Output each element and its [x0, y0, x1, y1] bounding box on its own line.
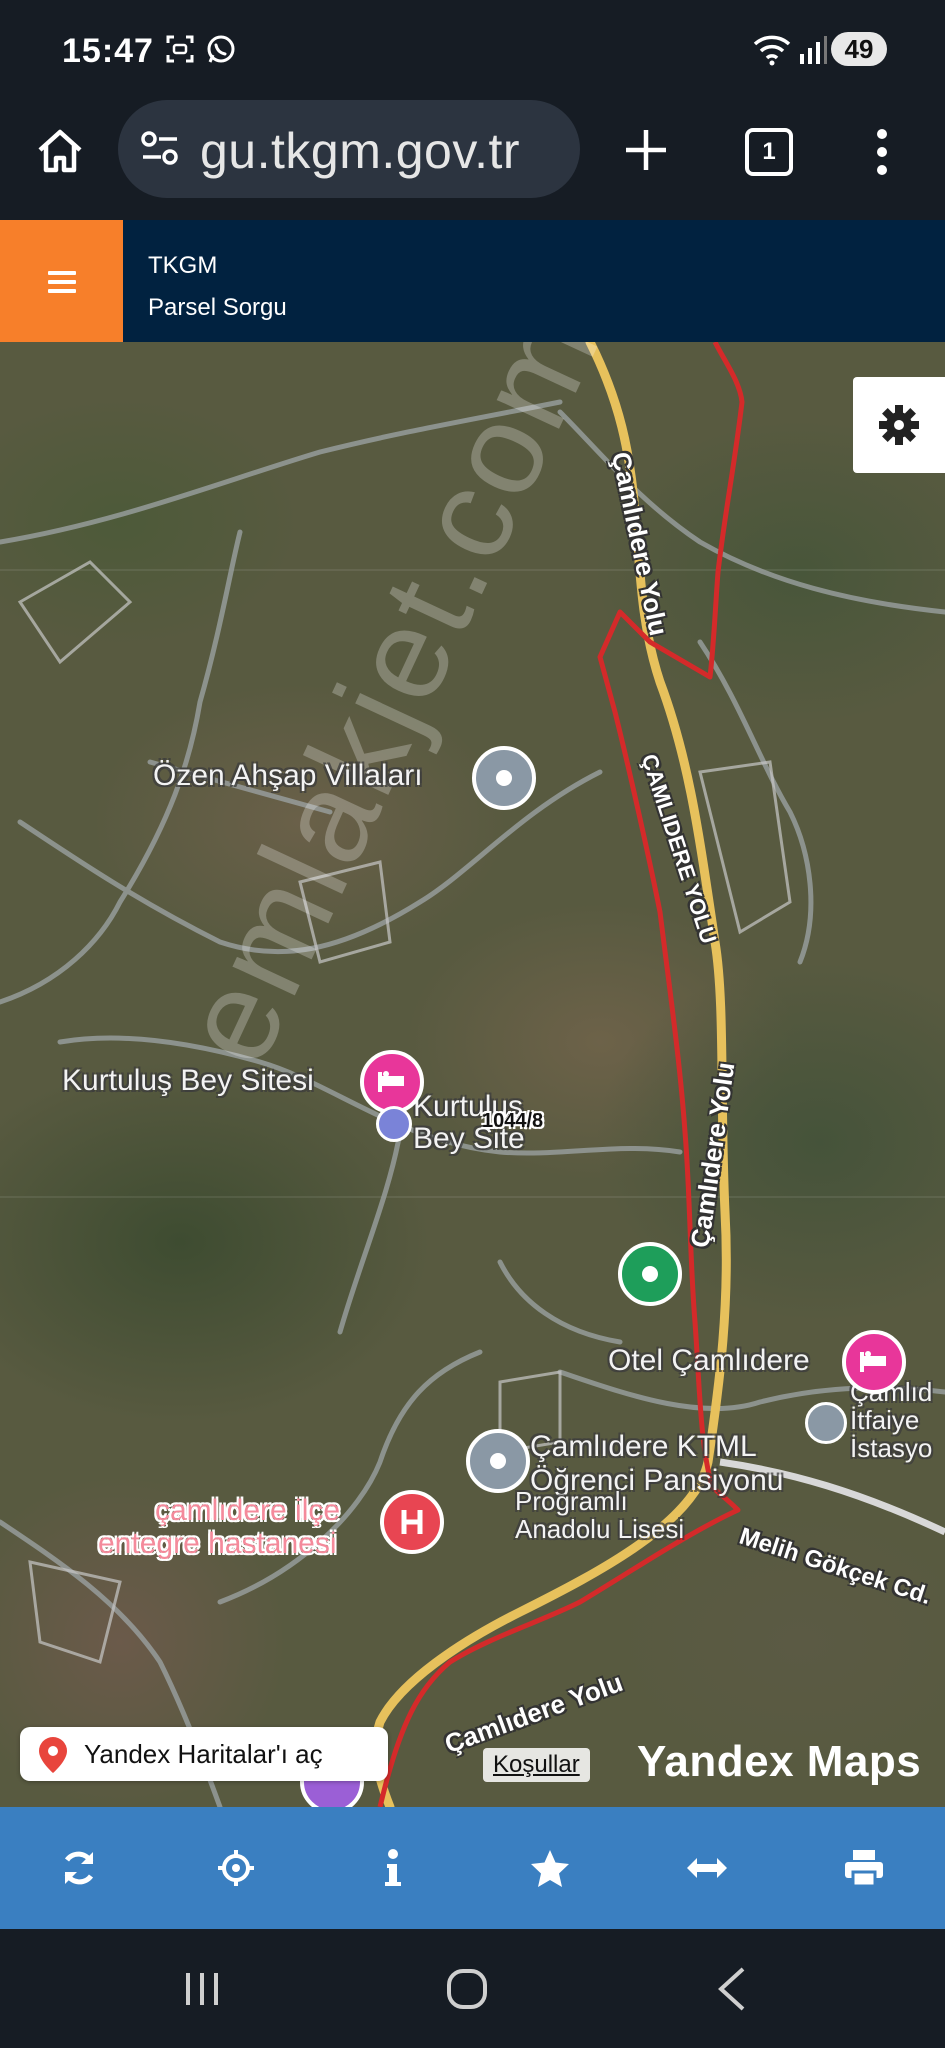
- system-navigation-bar: [0, 1929, 945, 2048]
- browser-toolbar: gu.tkgm.gov.tr 1: [0, 100, 945, 218]
- home-icon: [38, 129, 82, 173]
- favorite-button[interactable]: [471, 1807, 628, 1929]
- refresh-icon: [64, 1851, 93, 1885]
- new-tab-button[interactable]: [618, 122, 674, 178]
- fire-station-icon[interactable]: [805, 1402, 847, 1444]
- hotel-pin-icon[interactable]: [360, 1050, 424, 1114]
- address-bar[interactable]: gu.tkgm.gov.tr: [118, 100, 580, 198]
- signal-icon: [798, 34, 828, 71]
- tab-switcher-button[interactable]: 1: [745, 128, 793, 176]
- app-subtitle: Parsel Sorgu: [148, 294, 287, 321]
- app-header: TKGM Parsel Sorgu: [0, 220, 945, 342]
- place-pin-icon[interactable]: [472, 746, 536, 810]
- print-button[interactable]: [785, 1807, 942, 1929]
- home-circle-icon: [447, 1969, 487, 2009]
- menu-button[interactable]: [0, 220, 123, 342]
- place-label: Otel Çamlıdere: [608, 1344, 810, 1377]
- status-time: 15:47: [62, 32, 154, 70]
- place-label: Anadolu Lisesi: [515, 1514, 685, 1544]
- hotel-pin-icon[interactable]: [842, 1330, 906, 1394]
- hospital-label: entegre hastanesi: [98, 1527, 337, 1560]
- place-label: Kurtuluş Bey Sitesi: [62, 1064, 314, 1097]
- open-yandex-maps-text: Yandex Haritalar'ı aç: [84, 1739, 323, 1769]
- place-label: İtfaiye: [850, 1405, 920, 1435]
- park-pin-icon[interactable]: [618, 1242, 682, 1306]
- hamburger-icon-line: [48, 280, 76, 284]
- locate-button[interactable]: [157, 1807, 314, 1929]
- refresh-button[interactable]: [0, 1807, 157, 1929]
- place-label: Programlı: [515, 1486, 628, 1516]
- recent-apps-button[interactable]: [172, 1959, 232, 2019]
- place-label: İstasyo: [850, 1433, 933, 1463]
- map-toolbar: [0, 1807, 945, 1929]
- back-button[interactable]: [703, 1959, 763, 2019]
- home-nav-button[interactable]: [437, 1959, 497, 2019]
- app-title: TKGM: [148, 252, 218, 279]
- hamburger-icon: [48, 271, 76, 275]
- map-settings-button[interactable]: [853, 377, 945, 473]
- open-yandex-maps-link[interactable]: Yandex Haritalar'ı aç: [20, 1727, 388, 1781]
- battery-level: 49: [831, 32, 887, 66]
- screenshot-icon: [165, 34, 195, 69]
- place-label: Çamlıdere KTML: [530, 1430, 757, 1463]
- url-text: gu.tkgm.gov.tr: [200, 123, 521, 179]
- measure-button[interactable]: [628, 1807, 785, 1929]
- whatsapp-icon: [205, 34, 237, 71]
- terms-link[interactable]: Koşullar: [483, 1748, 590, 1782]
- site-settings-icon[interactable]: [140, 130, 180, 171]
- gear-icon: [879, 405, 919, 445]
- map-view[interactable]: emlakjet.com Çamlıdere Yolu ÇAMLIDERE YO…: [0, 342, 945, 1807]
- hospital-label: çamlıdere ilçe: [155, 1494, 341, 1527]
- wifi-icon: [752, 34, 792, 71]
- info-icon: [384, 1849, 401, 1886]
- more-options-icon[interactable]: [872, 124, 892, 180]
- place-label: Özen Ahşap Villaları: [153, 759, 423, 792]
- yandex-pin-icon: [39, 1737, 67, 1773]
- recent-apps-icon: [186, 1973, 218, 2005]
- yandex-maps-logo: Yandex Maps: [637, 1737, 922, 1786]
- hotel-small-icon[interactable]: [376, 1106, 412, 1142]
- print-icon: [844, 1850, 883, 1888]
- hospital-pin-icon[interactable]: [380, 1490, 444, 1554]
- back-icon: [718, 1967, 745, 2011]
- measure-icon: [686, 1858, 727, 1878]
- home-button[interactable]: [30, 122, 90, 182]
- plus-icon: [626, 130, 666, 170]
- locate-icon: [217, 1850, 254, 1886]
- school-pin-icon[interactable]: [466, 1429, 530, 1493]
- status-bar: 15:47 49: [0, 0, 945, 100]
- hamburger-icon-line: [48, 289, 76, 293]
- info-button[interactable]: [314, 1807, 471, 1929]
- star-icon: [530, 1850, 569, 1887]
- parcel-number-label: 1044/8: [482, 1110, 544, 1132]
